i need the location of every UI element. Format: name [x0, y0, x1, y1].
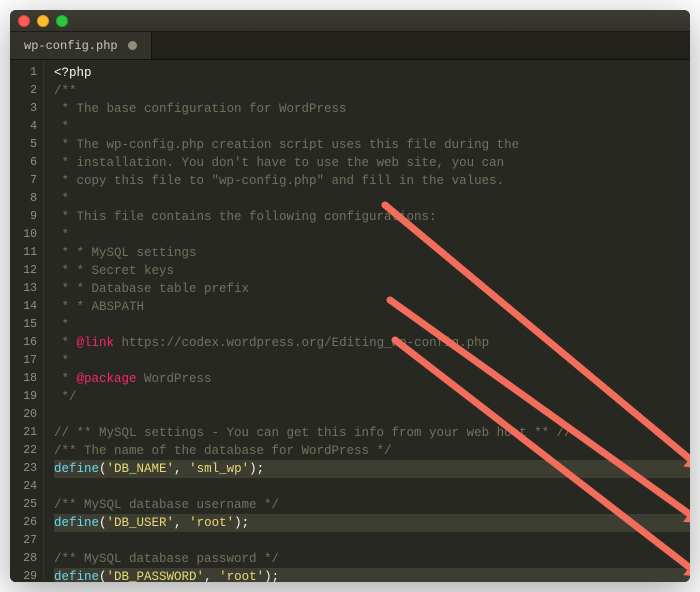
line-number: 29	[10, 568, 37, 582]
line-number: 28	[10, 550, 37, 568]
code-line: * * Secret keys	[54, 262, 690, 280]
code-line: /** The name of the database for WordPre…	[54, 442, 690, 460]
line-number: 11	[10, 244, 37, 262]
line-number: 18	[10, 370, 37, 388]
tab-bar: wp-config.php	[10, 32, 690, 60]
line-number: 10	[10, 226, 37, 244]
line-number: 3	[10, 100, 37, 118]
line-number: 26	[10, 514, 37, 532]
code-line: *	[54, 118, 690, 136]
dirty-indicator-icon	[128, 41, 137, 50]
line-number: 15	[10, 316, 37, 334]
line-number: 20	[10, 406, 37, 424]
code-line: * copy this file to "wp-config.php" and …	[54, 172, 690, 190]
code-line: // ** MySQL settings - You can get this …	[54, 424, 690, 442]
line-number: 6	[10, 154, 37, 172]
code-line: define('DB_NAME', 'sml_wp');	[54, 460, 690, 478]
code-content[interactable]: <?php/** * The base configuration for Wo…	[44, 60, 690, 582]
tab-wp-config[interactable]: wp-config.php	[10, 32, 152, 59]
code-line: * * ABSPATH	[54, 298, 690, 316]
line-number: 22	[10, 442, 37, 460]
code-line: *	[54, 226, 690, 244]
code-line: * This file contains the following confi…	[54, 208, 690, 226]
line-number: 16	[10, 334, 37, 352]
window-titlebar	[10, 10, 690, 32]
code-line: * * Database table prefix	[54, 280, 690, 298]
code-line: /** MySQL database password */	[54, 550, 690, 568]
code-line	[54, 478, 690, 496]
line-number: 24	[10, 478, 37, 496]
line-number: 27	[10, 532, 37, 550]
code-line: /**	[54, 82, 690, 100]
tab-filename: wp-config.php	[24, 39, 118, 53]
line-number: 17	[10, 352, 37, 370]
code-line: * The base configuration for WordPress	[54, 100, 690, 118]
editor-area[interactable]: 1234567891011121314151617181920212223242…	[10, 60, 690, 582]
line-number: 2	[10, 82, 37, 100]
code-line: *	[54, 352, 690, 370]
code-line: define('DB_PASSWORD', 'root');	[54, 568, 690, 582]
line-number: 14	[10, 298, 37, 316]
line-number: 1	[10, 64, 37, 82]
line-number: 21	[10, 424, 37, 442]
code-line: <?php	[54, 64, 690, 82]
line-number: 19	[10, 388, 37, 406]
window-maximize-button[interactable]	[56, 15, 68, 27]
code-line: /** MySQL database username */	[54, 496, 690, 514]
code-line: * * MySQL settings	[54, 244, 690, 262]
code-line: */	[54, 388, 690, 406]
line-number: 9	[10, 208, 37, 226]
line-number: 8	[10, 190, 37, 208]
line-number: 5	[10, 136, 37, 154]
code-line: * @package WordPress	[54, 370, 690, 388]
line-number: 7	[10, 172, 37, 190]
window-close-button[interactable]	[18, 15, 30, 27]
code-line: * The wp-config.php creation script uses…	[54, 136, 690, 154]
window-minimize-button[interactable]	[37, 15, 49, 27]
code-line	[54, 532, 690, 550]
line-number: 12	[10, 262, 37, 280]
code-line: * @link https://codex.wordpress.org/Edit…	[54, 334, 690, 352]
line-number: 4	[10, 118, 37, 136]
code-line: *	[54, 316, 690, 334]
code-line: define('DB_USER', 'root');	[54, 514, 690, 532]
editor-window: wp-config.php 12345678910111213141516171…	[10, 10, 690, 582]
line-number: 23	[10, 460, 37, 478]
code-line	[54, 406, 690, 424]
line-number: 13	[10, 280, 37, 298]
code-line: *	[54, 190, 690, 208]
line-number: 25	[10, 496, 37, 514]
line-number-gutter: 1234567891011121314151617181920212223242…	[10, 60, 44, 582]
code-line: * installation. You don't have to use th…	[54, 154, 690, 172]
